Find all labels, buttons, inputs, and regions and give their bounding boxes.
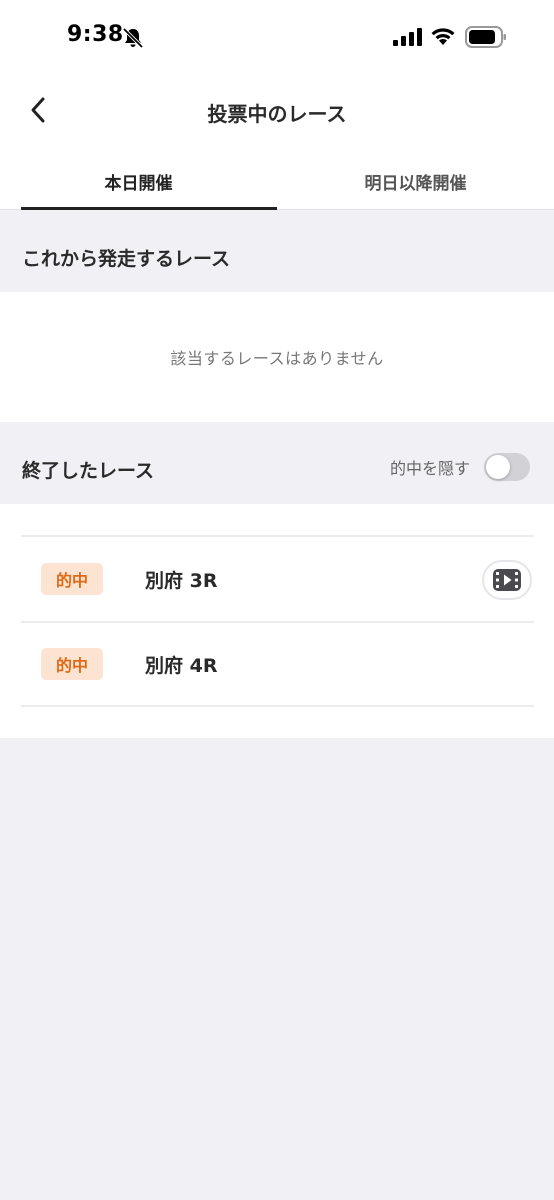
race-row[interactable]: 的中 別府 3R	[21, 535, 534, 621]
hide-hits-control: 的中を隠す	[390, 453, 530, 481]
video-button[interactable]	[482, 560, 532, 600]
finished-section-title: 終了したレース	[22, 460, 155, 482]
page-title: 投票中のレース	[207, 102, 347, 126]
navigation-bar: 投票中のレース	[0, 72, 554, 152]
race-name: 別府 4R	[145, 654, 218, 677]
tab-today[interactable]: 本日開催	[0, 152, 277, 210]
race-row[interactable]: 的中 別府 4R	[21, 621, 534, 707]
toggle-knob	[486, 455, 510, 479]
status-time: 9:38	[67, 22, 124, 47]
upcoming-section-title: これから発走するレース	[22, 248, 231, 270]
battery-icon	[465, 26, 506, 48]
finished-section-header: 終了したレース 的中を隠す	[0, 422, 554, 504]
status-bar: 9:38	[0, 0, 554, 72]
tab-tomorrow-onward[interactable]: 明日以降開催	[277, 152, 554, 209]
wifi-icon	[431, 28, 455, 45]
upcoming-section-header: これから発走するレース	[0, 210, 554, 292]
hide-hits-toggle[interactable]	[484, 453, 530, 481]
hide-hits-label: 的中を隠す	[389, 459, 470, 478]
hit-badge: 的中	[41, 563, 103, 595]
film-play-icon	[493, 569, 521, 591]
empty-message: 該当するレースはありません	[170, 349, 384, 368]
finished-race-list: 的中 別府 3R 的中 別府 4R	[0, 504, 554, 738]
hit-badge: 的中	[41, 648, 103, 680]
tab-bar: 本日開催 明日以降開催	[0, 152, 554, 210]
bell-slash-icon	[122, 27, 144, 49]
upcoming-empty-panel: 該当するレースはありません	[0, 292, 554, 422]
race-name: 別府 3R	[145, 569, 218, 592]
header-area: 9:38 投票中のレース 本日開催 明日以降開催	[0, 0, 554, 210]
signal-icon	[393, 28, 422, 46]
